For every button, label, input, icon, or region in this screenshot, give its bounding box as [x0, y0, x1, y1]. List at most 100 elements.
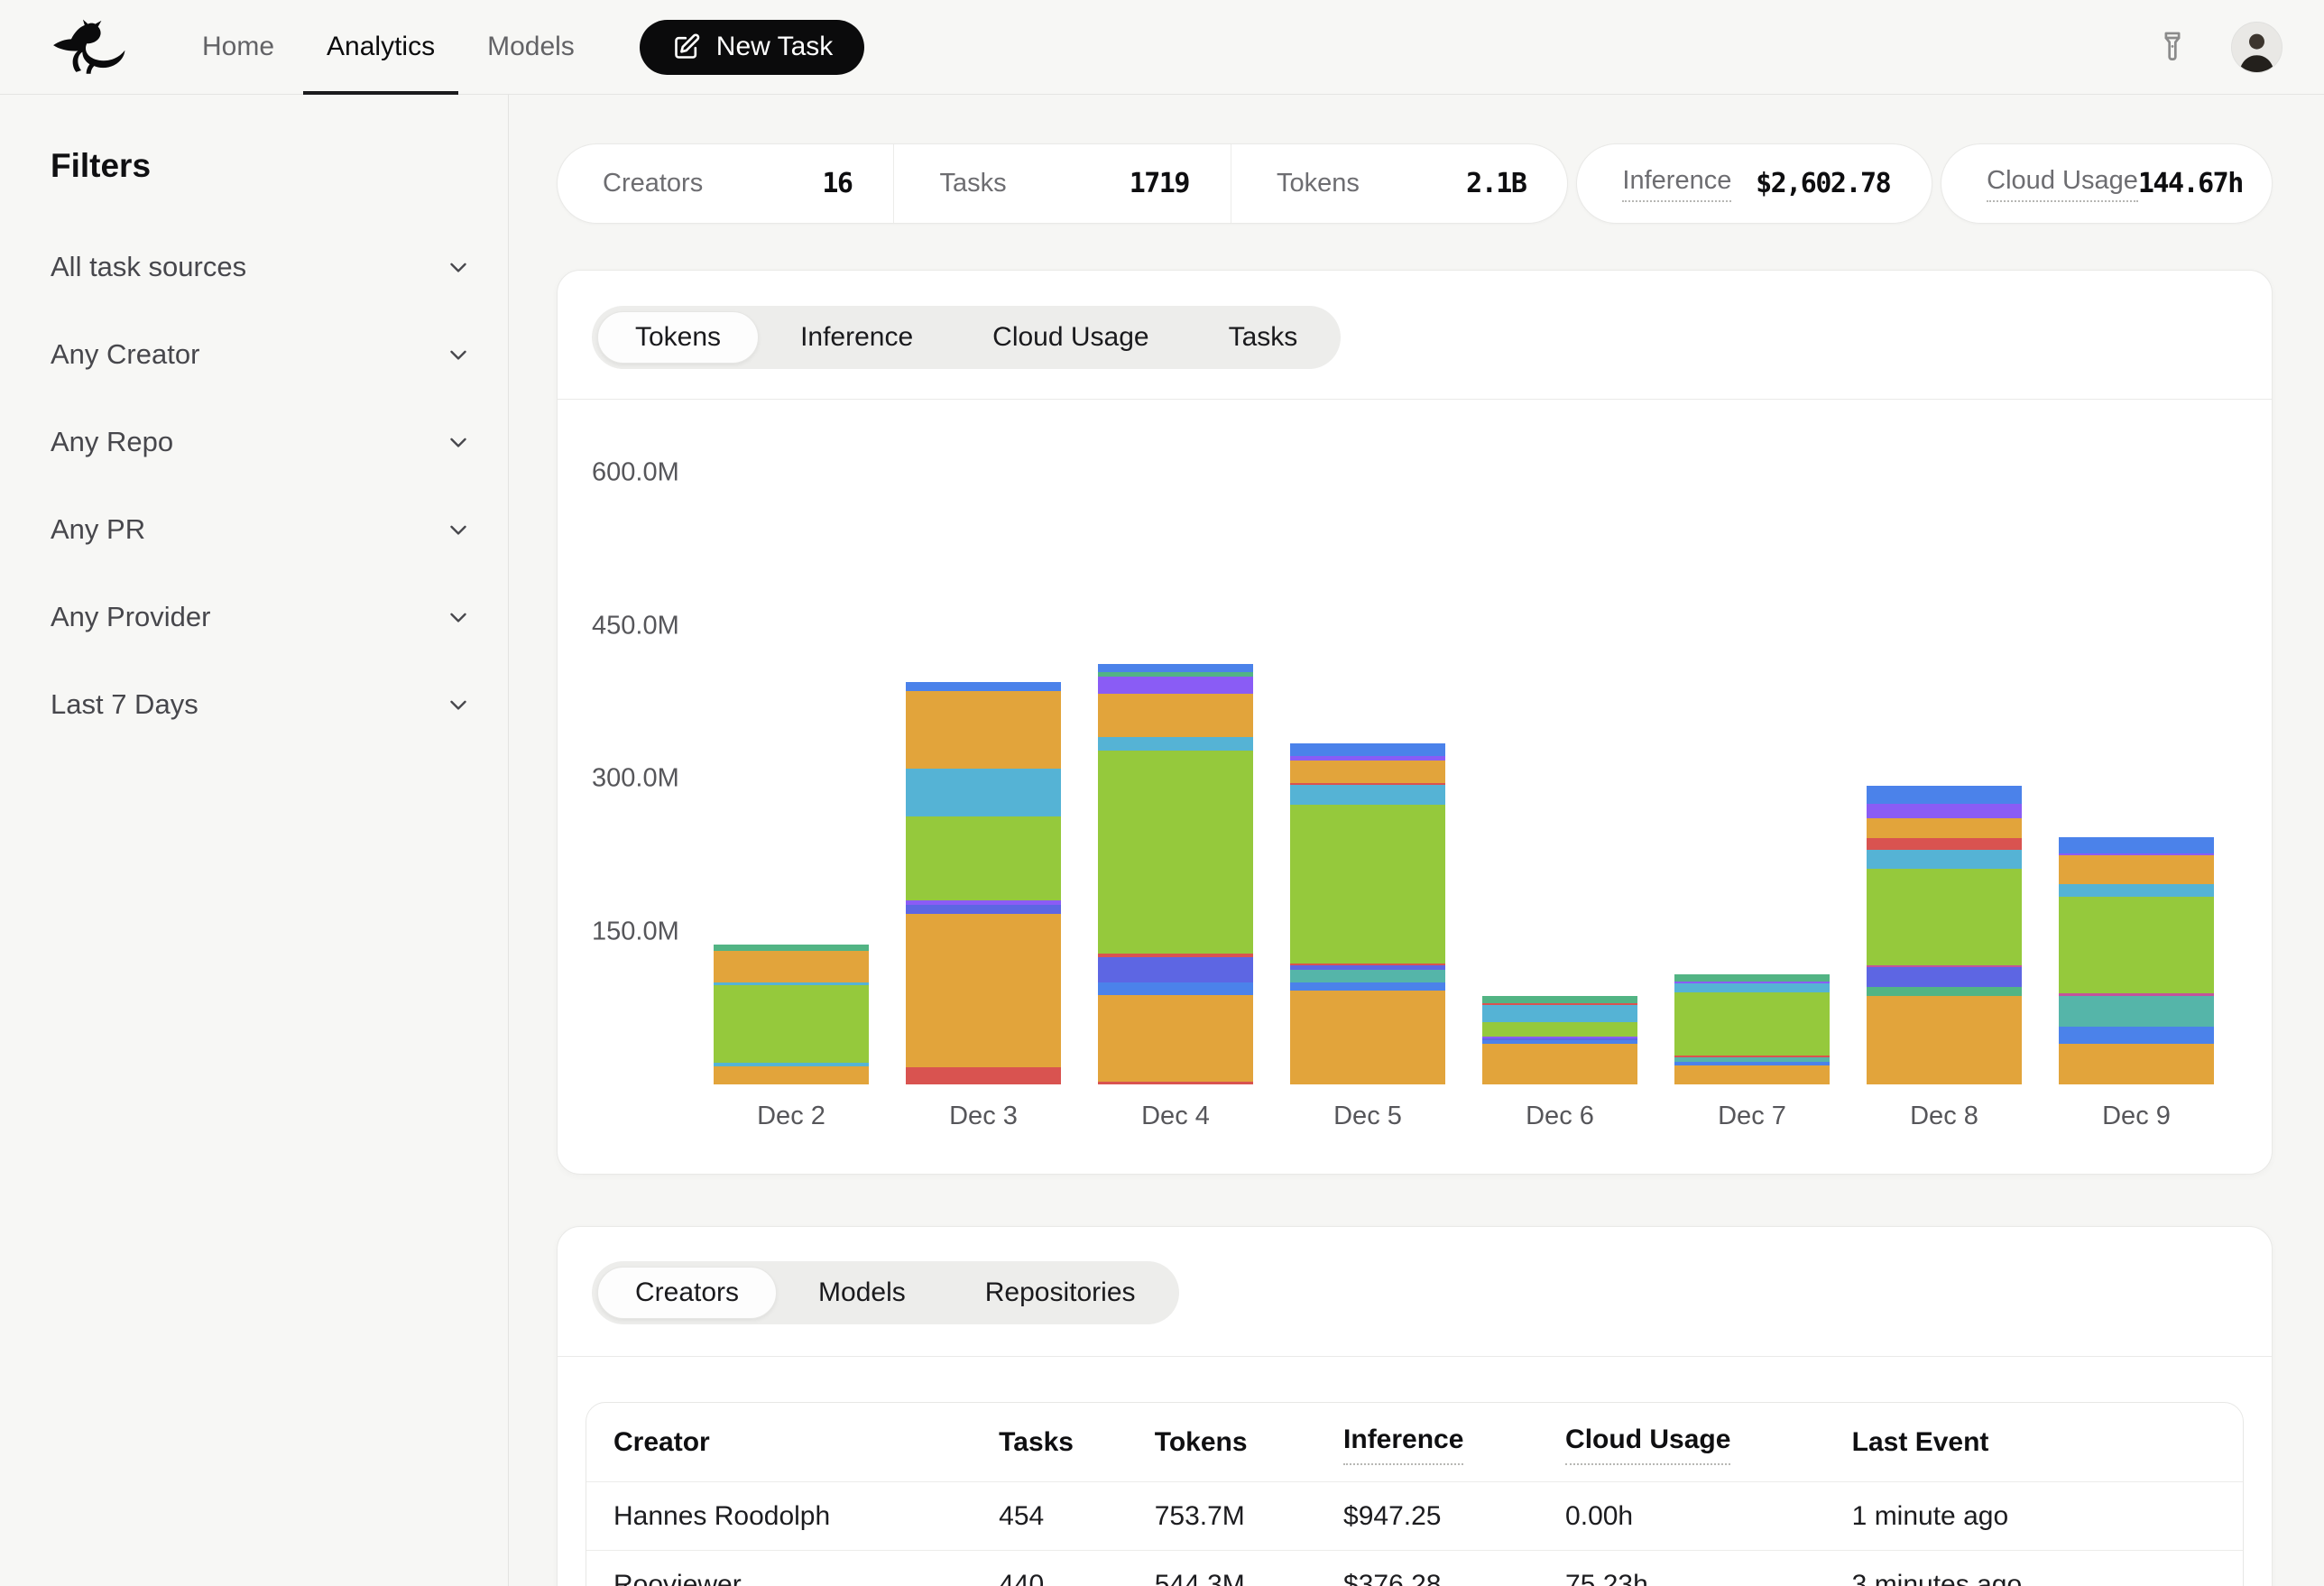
filter-any-pr[interactable]: Any PR	[51, 485, 472, 573]
segment-orange	[2059, 1044, 2214, 1084]
segment-skyblue	[1290, 785, 1445, 806]
bar-dec-4[interactable]	[1098, 664, 1253, 1084]
table-tab-repositories[interactable]: Repositories	[947, 1267, 1174, 1319]
segment-skyblue	[906, 769, 1061, 816]
nav-item-home[interactable]: Home	[179, 0, 298, 94]
table-body: Hannes Roodolph454753.7M$947.250.00h1 mi…	[586, 1481, 2243, 1586]
chevron-down-icon	[445, 604, 472, 631]
segment-green	[1290, 805, 1445, 963]
chart-tab-tasks[interactable]: Tasks	[1191, 311, 1336, 364]
column-label[interactable]: Cloud Usage	[1565, 1419, 1730, 1465]
column-header-last-event: Last Event	[1852, 1422, 2243, 1462]
filter-label: Any Repo	[51, 426, 173, 458]
segment-orange	[906, 914, 1061, 1066]
x-axis-label: Dec 5	[1333, 1102, 1402, 1131]
nav-item-analytics[interactable]: Analytics	[303, 0, 458, 94]
table-tab-creators[interactable]: Creators	[597, 1267, 777, 1319]
chart-tab-tokens[interactable]: Tokens	[597, 311, 759, 364]
bar-dec-2[interactable]	[714, 945, 869, 1084]
kangaroo-logo[interactable]	[51, 19, 130, 75]
stat-creators: Creators16	[558, 144, 893, 223]
stat-value: $2,602.78	[1756, 168, 1890, 199]
table-row[interactable]: Rooviewer440544.3M$376.2875.23h3 minutes…	[586, 1550, 2243, 1586]
segment-teal	[1290, 970, 1445, 982]
segment-red	[906, 1067, 1061, 1084]
segment-indigo	[1867, 967, 2022, 986]
bar-dec-3[interactable]	[906, 682, 1061, 1084]
segment-skyblue	[2059, 884, 2214, 897]
filter-label: Any PR	[51, 513, 145, 546]
cell-cloud_usage: 75.23h	[1565, 1564, 1852, 1586]
stat-value: 144.67h	[2138, 168, 2243, 199]
chevron-down-icon	[445, 341, 472, 368]
chart-tab-inference[interactable]: Inference	[762, 311, 951, 364]
creators-table: CreatorTasksTokensInferenceCloud UsageLa…	[586, 1402, 2244, 1586]
chevron-down-icon	[445, 254, 472, 281]
table-tab-group: CreatorsModelsRepositories	[592, 1261, 1179, 1324]
segment-green	[2059, 897, 2214, 993]
table-tabs-wrap: CreatorsModelsRepositories	[558, 1227, 2272, 1324]
filter-any-repo[interactable]: Any Repo	[51, 398, 472, 485]
breakdown-card: CreatorsModelsRepositories CreatorTasksT…	[557, 1226, 2273, 1586]
x-axis-label: Dec 2	[757, 1102, 825, 1131]
segment-green	[1867, 869, 2022, 965]
segment-skyblue	[1098, 737, 1253, 751]
segment-orange	[1867, 818, 2022, 837]
filter-label: Last 7 Days	[51, 688, 198, 721]
nav-item-models[interactable]: Models	[464, 0, 598, 94]
cell-last_event: 1 minute ago	[1852, 1496, 2243, 1536]
table-header-row: CreatorTasksTokensInferenceCloud UsageLa…	[586, 1403, 2243, 1481]
segment-blue	[1867, 786, 2022, 804]
stat-label: Tasks	[939, 169, 1006, 198]
column-label: Tokens	[1155, 1422, 1248, 1462]
chevron-down-icon	[445, 691, 472, 718]
cell-tasks: 454	[999, 1496, 1155, 1536]
filters-title: Filters	[51, 147, 472, 185]
bar-dec-8[interactable]	[1867, 786, 2022, 1084]
chart-tab-cloud-usage[interactable]: Cloud Usage	[954, 311, 1186, 364]
chart-card: TokensInferenceCloud UsageTasks 150.0M30…	[557, 270, 2273, 1175]
column-header-tasks: Tasks	[999, 1422, 1155, 1462]
flashlight-icon[interactable]	[2155, 27, 2190, 67]
filter-label: Any Creator	[51, 338, 199, 371]
stat-pill: Cloud Usage144.67h	[1941, 143, 2273, 224]
new-task-button[interactable]: New Task	[640, 20, 865, 75]
segment-green	[906, 816, 1061, 900]
segment-red	[1098, 1082, 1253, 1084]
primary-nav: HomeAnalyticsModels	[179, 0, 604, 94]
stat-label[interactable]: Inference	[1622, 166, 1731, 202]
bar-dec-9[interactable]	[2059, 837, 2214, 1084]
segment-orange	[1098, 694, 1253, 736]
filter-any-creator[interactable]: Any Creator	[51, 310, 472, 398]
segment-seagreen	[1674, 974, 1830, 982]
segment-blue	[2059, 837, 2214, 853]
stat-value: 2.1B	[1466, 168, 1526, 199]
segment-orange	[906, 691, 1061, 769]
column-label: Tasks	[999, 1422, 1074, 1462]
bar-dec-6[interactable]	[1482, 996, 1637, 1084]
segment-blue	[1098, 664, 1253, 672]
y-axis-tick: 150.0M	[592, 917, 679, 946]
table-tab-models[interactable]: Models	[780, 1267, 944, 1319]
filter-all-task-sources[interactable]: All task sources	[51, 223, 472, 310]
segment-blue	[1290, 982, 1445, 991]
filter-last-7-days[interactable]: Last 7 Days	[51, 660, 472, 748]
bar-dec-5[interactable]	[1290, 743, 1445, 1084]
cell-creator: Hannes Roodolph	[586, 1496, 999, 1536]
nav-right-group	[2155, 22, 2282, 73]
stat-label[interactable]: Cloud Usage	[1987, 166, 2138, 202]
stat-pill: Creators16Tasks1719Tokens2.1B	[557, 143, 1568, 224]
column-label[interactable]: Inference	[1343, 1419, 1463, 1465]
x-axis-label: Dec 7	[1718, 1102, 1786, 1131]
segment-skyblue	[1482, 1005, 1637, 1022]
x-axis-label: Dec 3	[949, 1102, 1018, 1131]
filter-any-provider[interactable]: Any Provider	[51, 573, 472, 660]
user-avatar[interactable]	[2231, 22, 2282, 73]
chart-tab-group: TokensInferenceCloud UsageTasks	[592, 306, 1341, 369]
segment-teal	[2059, 996, 2214, 1027]
stat-tokens: Tokens2.1B	[1231, 144, 1567, 223]
segment-skyblue	[1674, 983, 1830, 992]
cell-tokens: 544.3M	[1155, 1564, 1343, 1586]
bar-dec-7[interactable]	[1674, 974, 1830, 1084]
table-row[interactable]: Hannes Roodolph454753.7M$947.250.00h1 mi…	[586, 1481, 2243, 1550]
